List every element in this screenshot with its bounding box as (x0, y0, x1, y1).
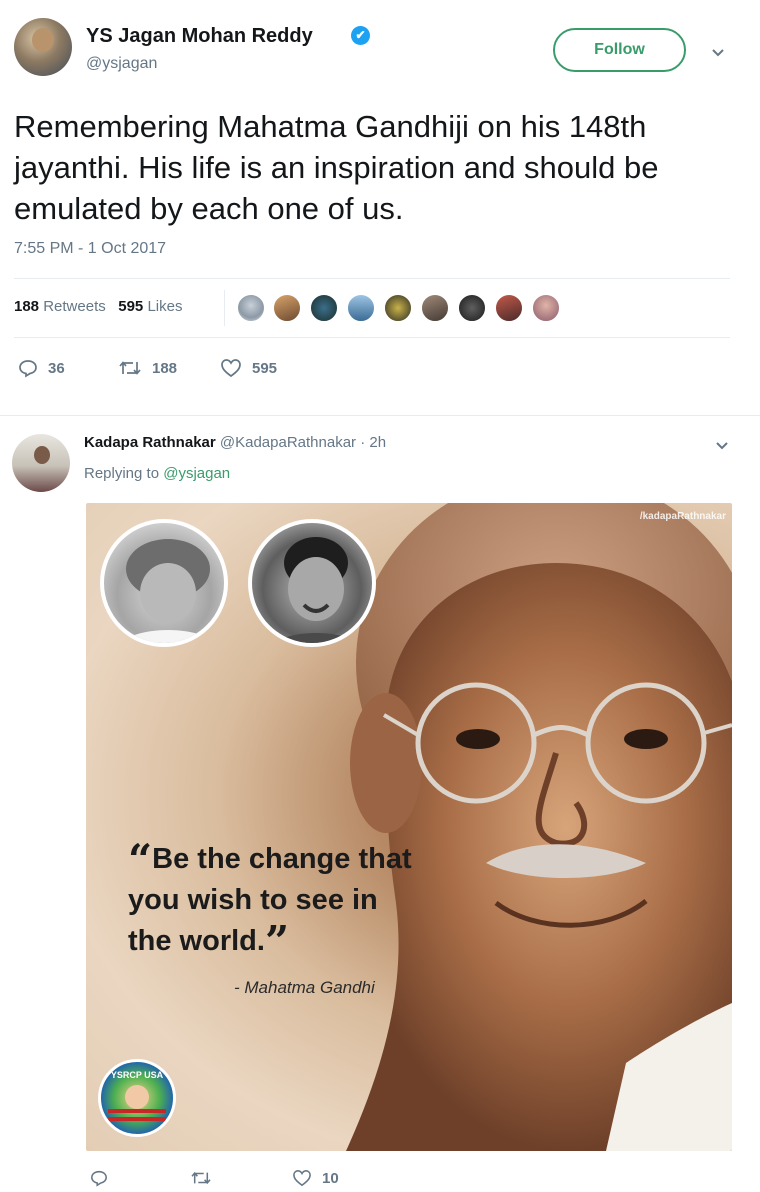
engagement-stats: 188 Retweets 595 Likes (14, 298, 182, 315)
tweet-timestamp[interactable]: 7:55 PM - 1 Oct 2017 (14, 240, 166, 258)
reply-author-handle[interactable]: @KadapaRathnakar (220, 434, 356, 451)
verified-badge-icon: ✔ (351, 26, 370, 45)
author-handle[interactable]: @ysjagan (86, 55, 157, 73)
like-button[interactable]: 10 (292, 1167, 339, 1189)
retweet-count: 188 (152, 359, 178, 377)
chevron-down-icon[interactable] (710, 44, 726, 60)
heart-icon (221, 359, 241, 378)
reply-icon (91, 1170, 107, 1187)
quote-text: “Be the change that you wish to see in t… (128, 835, 412, 966)
reply-button[interactable]: 36 (18, 356, 65, 380)
replying-to: Replying to @ysjagan (84, 465, 231, 482)
reply-time[interactable]: 2h (369, 434, 386, 451)
author-avatar[interactable] (14, 18, 72, 76)
divider (0, 415, 760, 416)
divider (14, 337, 730, 338)
chevron-down-icon[interactable] (714, 437, 730, 453)
reply-button[interactable] (90, 1167, 118, 1189)
liker-avatar[interactable] (236, 293, 266, 323)
quote-attribution: - Mahatma Gandhi (234, 978, 375, 997)
liker-avatar[interactable] (383, 293, 413, 323)
attached-image[interactable]: /kadapaRathnakar “Be the change that you… (86, 503, 732, 1151)
organization-logo: YSRCP USA (98, 1059, 176, 1137)
divider (14, 278, 730, 279)
retweet-icon (191, 1171, 211, 1185)
liker-avatar[interactable] (457, 293, 487, 323)
inset-photo (248, 519, 376, 647)
tweet-text: Remembering Mahatma Gandhiji on his 148t… (14, 109, 659, 226)
heart-icon (293, 1170, 311, 1187)
reply-icon (19, 360, 37, 378)
reply-header: Kadapa Rathnakar @KadapaRathnakar · 2h (84, 434, 386, 451)
retweet-button[interactable]: 188 (118, 356, 177, 380)
open-quote-mark: “ (128, 835, 153, 884)
reply-author-avatar[interactable] (12, 434, 70, 492)
likes-stat[interactable]: 595 Likes (118, 298, 182, 315)
liker-avatar[interactable] (346, 293, 376, 323)
liker-avatar[interactable] (420, 293, 450, 323)
author-name[interactable]: YS Jagan Mohan Reddy (86, 25, 313, 48)
reply-author-name[interactable]: Kadapa Rathnakar (84, 434, 216, 451)
close-quote-mark: ” (264, 917, 290, 966)
divider (224, 290, 225, 326)
retweet-icon (119, 361, 141, 375)
reply-count: 36 (48, 359, 65, 377)
liker-avatar[interactable] (494, 293, 524, 323)
replying-to-mention[interactable]: @ysjagan (163, 465, 230, 482)
main-tweet: YS Jagan Mohan Reddy ✔ @ysjagan Follow R… (0, 0, 760, 405)
liker-avatar[interactable] (531, 293, 561, 323)
follow-button[interactable]: Follow (553, 28, 686, 72)
liker-avatar[interactable] (272, 293, 302, 323)
retweet-button[interactable] (190, 1167, 222, 1189)
header-separator: · (360, 434, 366, 451)
liker-avatar[interactable] (309, 293, 339, 323)
like-count: 10 (322, 1169, 339, 1187)
image-watermark: /kadapaRathnakar (639, 511, 726, 522)
like-count: 595 (252, 359, 278, 377)
like-button[interactable]: 595 (220, 356, 277, 380)
retweets-stat[interactable]: 188 Retweets (14, 298, 106, 315)
inset-photo (100, 519, 228, 647)
